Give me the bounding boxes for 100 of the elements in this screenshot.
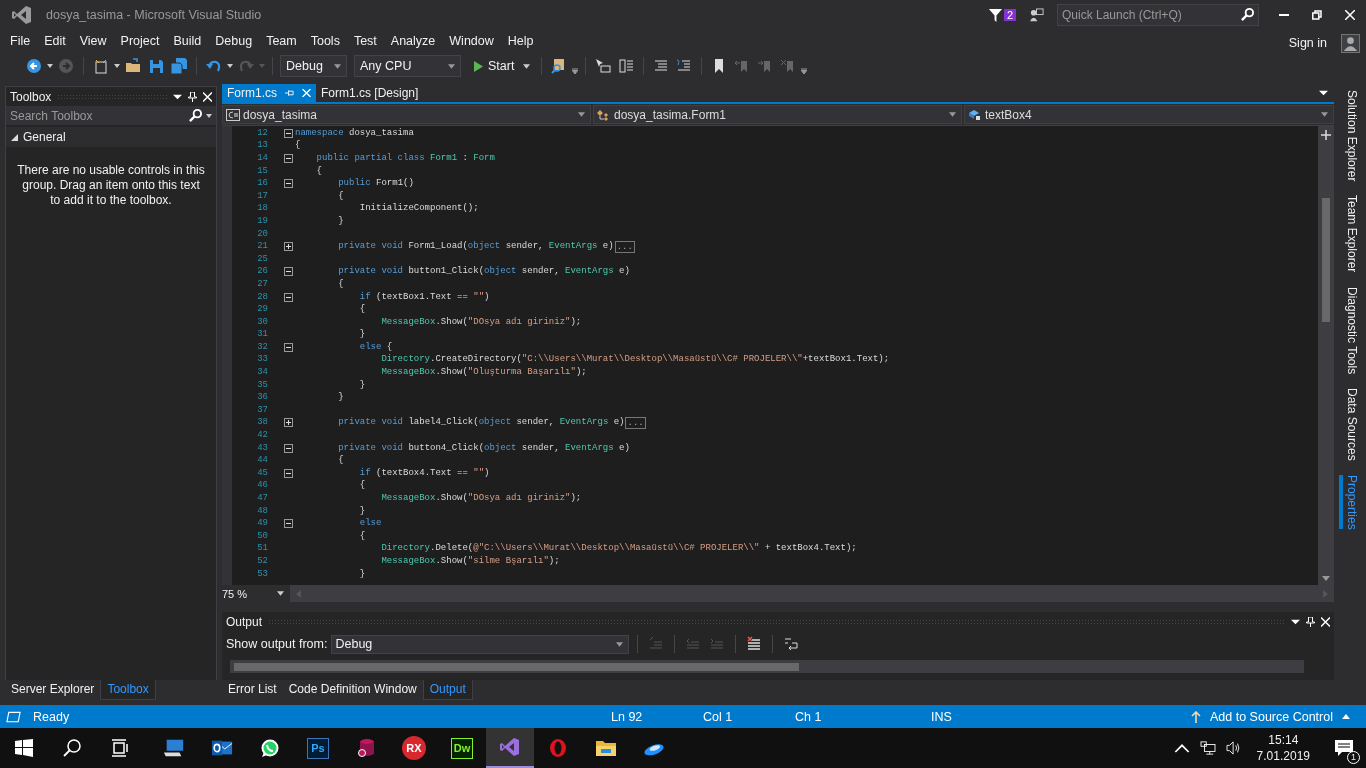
menu-item[interactable]: Window: [442, 34, 501, 48]
collapse-icon[interactable]: [284, 443, 293, 453]
overflow-caret-icon[interactable]: [801, 68, 808, 74]
vertical-scrollbar[interactable]: [1318, 126, 1334, 585]
line-number: 32: [256, 341, 268, 353]
caret-icon: [616, 641, 624, 647]
sign-in-link[interactable]: Sign in: [1288, 36, 1327, 50]
collapse-icon[interactable]: [284, 154, 293, 163]
menu-item[interactable]: Test: [346, 34, 384, 48]
word-wrap-icon[interactable]: [783, 636, 800, 652]
panel-tab[interactable]: Code Definition Window: [282, 680, 423, 700]
clock-date[interactable]: 7.01.2019: [1256, 748, 1310, 764]
menu-item[interactable]: View: [72, 34, 114, 48]
close-icon[interactable]: [1321, 616, 1330, 627]
collapse-icon[interactable]: [284, 179, 293, 189]
line-number: 16: [256, 178, 268, 190]
line-number: 51: [256, 543, 268, 555]
taskbar-button[interactable]: Ps: [294, 728, 342, 768]
collapsed-region[interactable]: ...: [625, 416, 646, 429]
collapse-icon[interactable]: [284, 468, 293, 478]
menu-item[interactable]: Project: [113, 34, 167, 48]
collapse-icon[interactable]: [284, 342, 293, 352]
panel-tab[interactable]: Toolbox: [100, 680, 156, 700]
side-tab[interactable]: Properties: [1339, 474, 1361, 530]
save-icon[interactable]: [148, 58, 164, 74]
navigation-dropdown[interactable]: textBox4: [964, 105, 1334, 124]
collapsed-region[interactable]: ...: [614, 240, 635, 253]
menu-item[interactable]: Help: [500, 34, 541, 48]
comment-lines-icon[interactable]: [676, 58, 693, 74]
navigation-dropdown[interactable]: dosya_tasima.Form1: [593, 105, 962, 124]
quick-launch-field[interactable]: Quick Launch (Ctrl+Q): [1057, 4, 1259, 26]
menu-item[interactable]: Build: [166, 34, 209, 48]
document-tab[interactable]: Form1.cs [Design]: [316, 84, 424, 102]
split-icon[interactable]: [1321, 130, 1331, 140]
start-button[interactable]: Start: [470, 59, 535, 73]
menu-item[interactable]: Team: [259, 34, 304, 48]
panel-tab[interactable]: Server Explorer: [5, 680, 101, 700]
menu-item[interactable]: Edit: [37, 34, 73, 48]
notifications-icon[interactable]: [1333, 738, 1355, 758]
notification-badge: 1: [1347, 751, 1360, 764]
code-line: MessageBox.Show("Oluşturma Başarılı");: [380, 367, 587, 379]
caret-icon[interactable]: [206, 114, 212, 118]
clear-all-icon[interactable]: [746, 636, 763, 652]
menu-item[interactable]: Analyze: [383, 34, 443, 48]
overflow-caret-icon[interactable]: [572, 68, 579, 74]
taskbar-button[interactable]: Dw: [438, 728, 486, 768]
clock-time[interactable]: 15:14: [1268, 732, 1299, 748]
toolbox-group[interactable]: General: [6, 127, 216, 147]
pin-icon[interactable]: [1306, 616, 1315, 627]
feedback-icon[interactable]: [1028, 7, 1045, 23]
search-icon[interactable]: [189, 109, 202, 122]
avatar-icon[interactable]: [1341, 33, 1360, 53]
pointer-icon[interactable]: [595, 58, 612, 74]
taskbar-button[interactable]: RX: [390, 728, 438, 768]
menu-item[interactable]: Tools: [303, 34, 347, 48]
expand-icon[interactable]: [284, 418, 293, 428]
collapse-icon[interactable]: [284, 267, 293, 277]
search-icon[interactable]: [1241, 8, 1254, 21]
navigation-dropdown[interactable]: dosya_tasima: [222, 105, 591, 124]
collapse-icon[interactable]: [284, 519, 293, 529]
caret-icon[interactable]: [227, 64, 233, 68]
code-line: private void button4_Click(object sender, EventArgs e): [337, 442, 630, 454]
side-tab[interactable]: Solution Explorer: [1339, 90, 1361, 182]
caret-icon[interactable]: [1319, 88, 1328, 98]
side-tab[interactable]: Diagnostic Tools: [1339, 286, 1361, 374]
search-field[interactable]: Search Toolbox: [6, 106, 216, 125]
caret-icon[interactable]: [47, 64, 53, 68]
code-line: private void button1_Click(object sender, EventArgs e): [337, 266, 630, 278]
undo-icon[interactable]: [206, 58, 222, 74]
filter-icon[interactable]: [987, 7, 1003, 23]
zoom-dropdown[interactable]: 75 %: [222, 585, 290, 602]
code-line: MessageBox.Show("DOsya adı giriniz");: [380, 316, 582, 328]
csharp-file-icon: [226, 108, 240, 121]
scroll-thumb[interactable]: [1322, 198, 1330, 322]
source-control-button[interactable]: Add to Source Control: [1185, 708, 1356, 725]
close-icon[interactable]: [203, 91, 212, 102]
panel-tab[interactable]: Output: [422, 680, 473, 700]
side-tab[interactable]: Team Explorer: [1339, 195, 1361, 273]
platform-dropdown[interactable]: Any CPU: [354, 55, 461, 77]
configuration-dropdown[interactable]: Debug: [280, 55, 347, 77]
menu-item[interactable]: File: [3, 34, 38, 48]
save-all-icon[interactable]: [171, 58, 187, 74]
horizontal-scrollbar[interactable]: [230, 660, 1304, 673]
expand-icon[interactable]: [284, 242, 293, 252]
folder-icon[interactable]: [125, 58, 141, 74]
output-source-dropdown[interactable]: Debug: [331, 634, 630, 654]
columns-icon[interactable]: [618, 58, 635, 74]
caret-icon[interactable]: [114, 64, 120, 68]
pin-icon[interactable]: [188, 91, 197, 102]
menu-item[interactable]: Debug: [208, 34, 260, 48]
network-icon[interactable]: [1199, 741, 1216, 755]
panel-tab[interactable]: Error List: [222, 680, 283, 700]
speaker-icon[interactable]: [1225, 741, 1242, 755]
line-number: 45: [256, 467, 268, 479]
collapse-icon[interactable]: [284, 292, 293, 302]
indent-lines-icon[interactable]: [653, 58, 670, 74]
new-project-icon[interactable]: [93, 58, 109, 74]
collapse-icon[interactable]: [284, 128, 293, 138]
scroll-down-arrow-icon[interactable]: [1322, 576, 1330, 581]
side-tab[interactable]: Data Sources: [1339, 387, 1361, 461]
